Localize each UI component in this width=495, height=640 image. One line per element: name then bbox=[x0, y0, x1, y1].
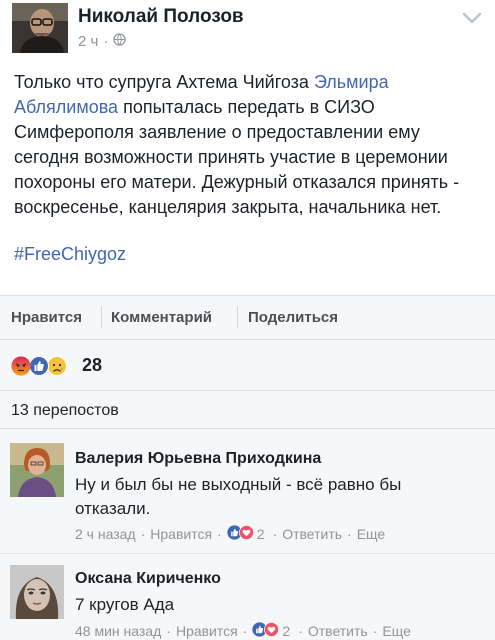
comment-button[interactable]: Комментарий bbox=[111, 309, 212, 326]
commenter-avatar[interactable] bbox=[10, 443, 64, 497]
post-text-start: Только что супруга Ахтема Чийгоза bbox=[14, 72, 314, 92]
comment-meta: 2 ч назад · Нравится · 2 · Ответить · Ещ… bbox=[75, 525, 385, 543]
sad-icon bbox=[47, 356, 67, 376]
meta-separator: · bbox=[166, 623, 171, 639]
post-body: Только что супруга Ахтема Чийгоза Эльмир… bbox=[14, 70, 484, 220]
globe-icon bbox=[113, 33, 127, 50]
more-button[interactable]: Еще bbox=[382, 623, 411, 639]
comment-reaction-count: 2 bbox=[256, 526, 265, 542]
comment-time[interactable]: 2 ч назад bbox=[75, 526, 136, 542]
comment-like-button[interactable]: Нравится bbox=[176, 623, 238, 639]
comment-reaction-count: 2 bbox=[282, 623, 291, 639]
reaction-count: 28 bbox=[82, 355, 103, 375]
chevron-down-icon[interactable] bbox=[461, 10, 483, 26]
meta-separator: · bbox=[372, 623, 378, 639]
reply-button[interactable]: Ответить bbox=[282, 526, 342, 542]
comments-section: Валерия Юрьевна Приходкина Ну и был бы н… bbox=[0, 429, 495, 640]
meta-separator: · bbox=[272, 526, 278, 542]
action-divider bbox=[237, 306, 238, 328]
action-divider bbox=[101, 306, 102, 328]
meta-separator: · bbox=[242, 623, 248, 639]
love-icon bbox=[264, 622, 280, 640]
meta-separator: · bbox=[298, 623, 303, 639]
comment-reactions[interactable]: 2 bbox=[252, 622, 290, 640]
comment-text: Ну и был бы не выходный - всё равно бы о… bbox=[75, 475, 402, 518]
hashtag-link[interactable]: #FreeChiygoz bbox=[14, 244, 126, 265]
shares-count: 13 перепостов bbox=[11, 402, 119, 419]
meta-separator: · bbox=[103, 33, 109, 50]
comment-reactions[interactable]: 2 bbox=[227, 525, 265, 543]
author-name[interactable]: Николай Полозов bbox=[78, 6, 244, 28]
comment-like-button[interactable]: Нравится bbox=[150, 526, 212, 542]
comment-meta: 48 мин назад · Нравится · 2 · Ответить ·… bbox=[75, 622, 411, 640]
like-button[interactable]: Нравится bbox=[11, 309, 82, 326]
comment-time[interactable]: 48 мин назад bbox=[75, 623, 161, 639]
commenter-name[interactable]: Валерия Юрьевна Приходкина bbox=[75, 450, 321, 468]
love-icon bbox=[238, 525, 254, 543]
post-card: Николай Полозов 2 ч · Только что супруга… bbox=[0, 0, 495, 295]
action-bar: Нравится Комментарий Поделиться bbox=[0, 295, 495, 340]
more-button[interactable]: Еще bbox=[357, 526, 386, 542]
commenter-avatar[interactable] bbox=[10, 565, 64, 619]
meta-separator: · bbox=[347, 526, 352, 542]
comment-divider bbox=[0, 553, 495, 554]
post-meta: 2 ч · bbox=[78, 33, 127, 50]
meta-separator: · bbox=[217, 526, 222, 542]
angry-icon bbox=[11, 356, 31, 376]
comment-text: 7 кругов Ада bbox=[75, 595, 175, 614]
reactions-summary[interactable]: 28 bbox=[0, 340, 495, 391]
post-time[interactable]: 2 ч bbox=[78, 33, 98, 50]
shares-row[interactable]: 13 перепостов bbox=[0, 391, 495, 429]
reply-button[interactable]: Ответить bbox=[308, 623, 368, 639]
author-avatar[interactable] bbox=[12, 3, 68, 53]
like-icon bbox=[29, 356, 49, 376]
meta-separator: · bbox=[140, 526, 146, 542]
share-button[interactable]: Поделиться bbox=[248, 309, 338, 326]
commenter-name[interactable]: Оксана Кириченко bbox=[75, 570, 221, 588]
